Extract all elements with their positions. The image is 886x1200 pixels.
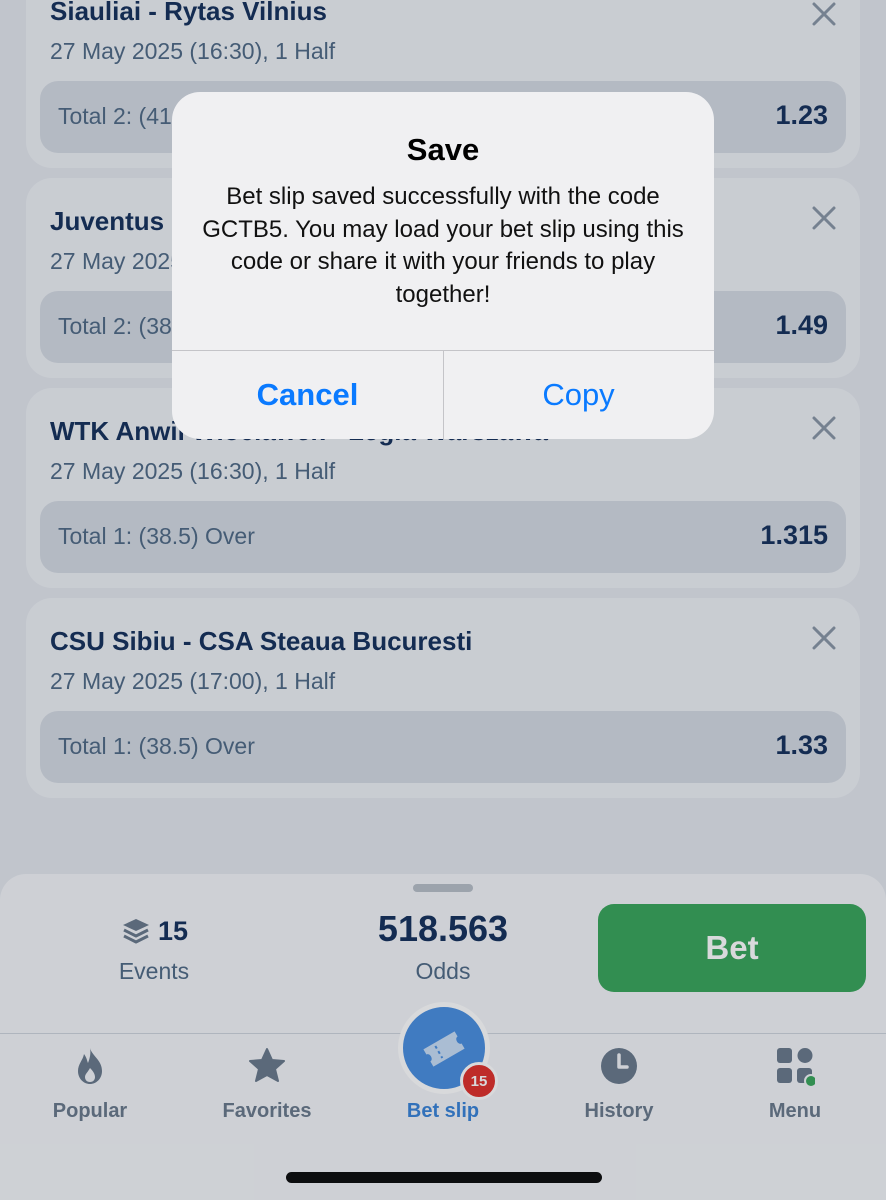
alert-title: Save [406,132,480,167]
save-alert-dialog: Save Bet slip saved successfully with th… [172,92,714,439]
cancel-button[interactable]: Cancel [172,351,443,439]
copy-button[interactable]: Copy [443,351,714,439]
alert-message: Bet slip saved successfully with the cod… [202,183,684,308]
betslip-screen: Siauliai - Rytas Vilnius 27 May 2025 (16… [0,0,886,1200]
